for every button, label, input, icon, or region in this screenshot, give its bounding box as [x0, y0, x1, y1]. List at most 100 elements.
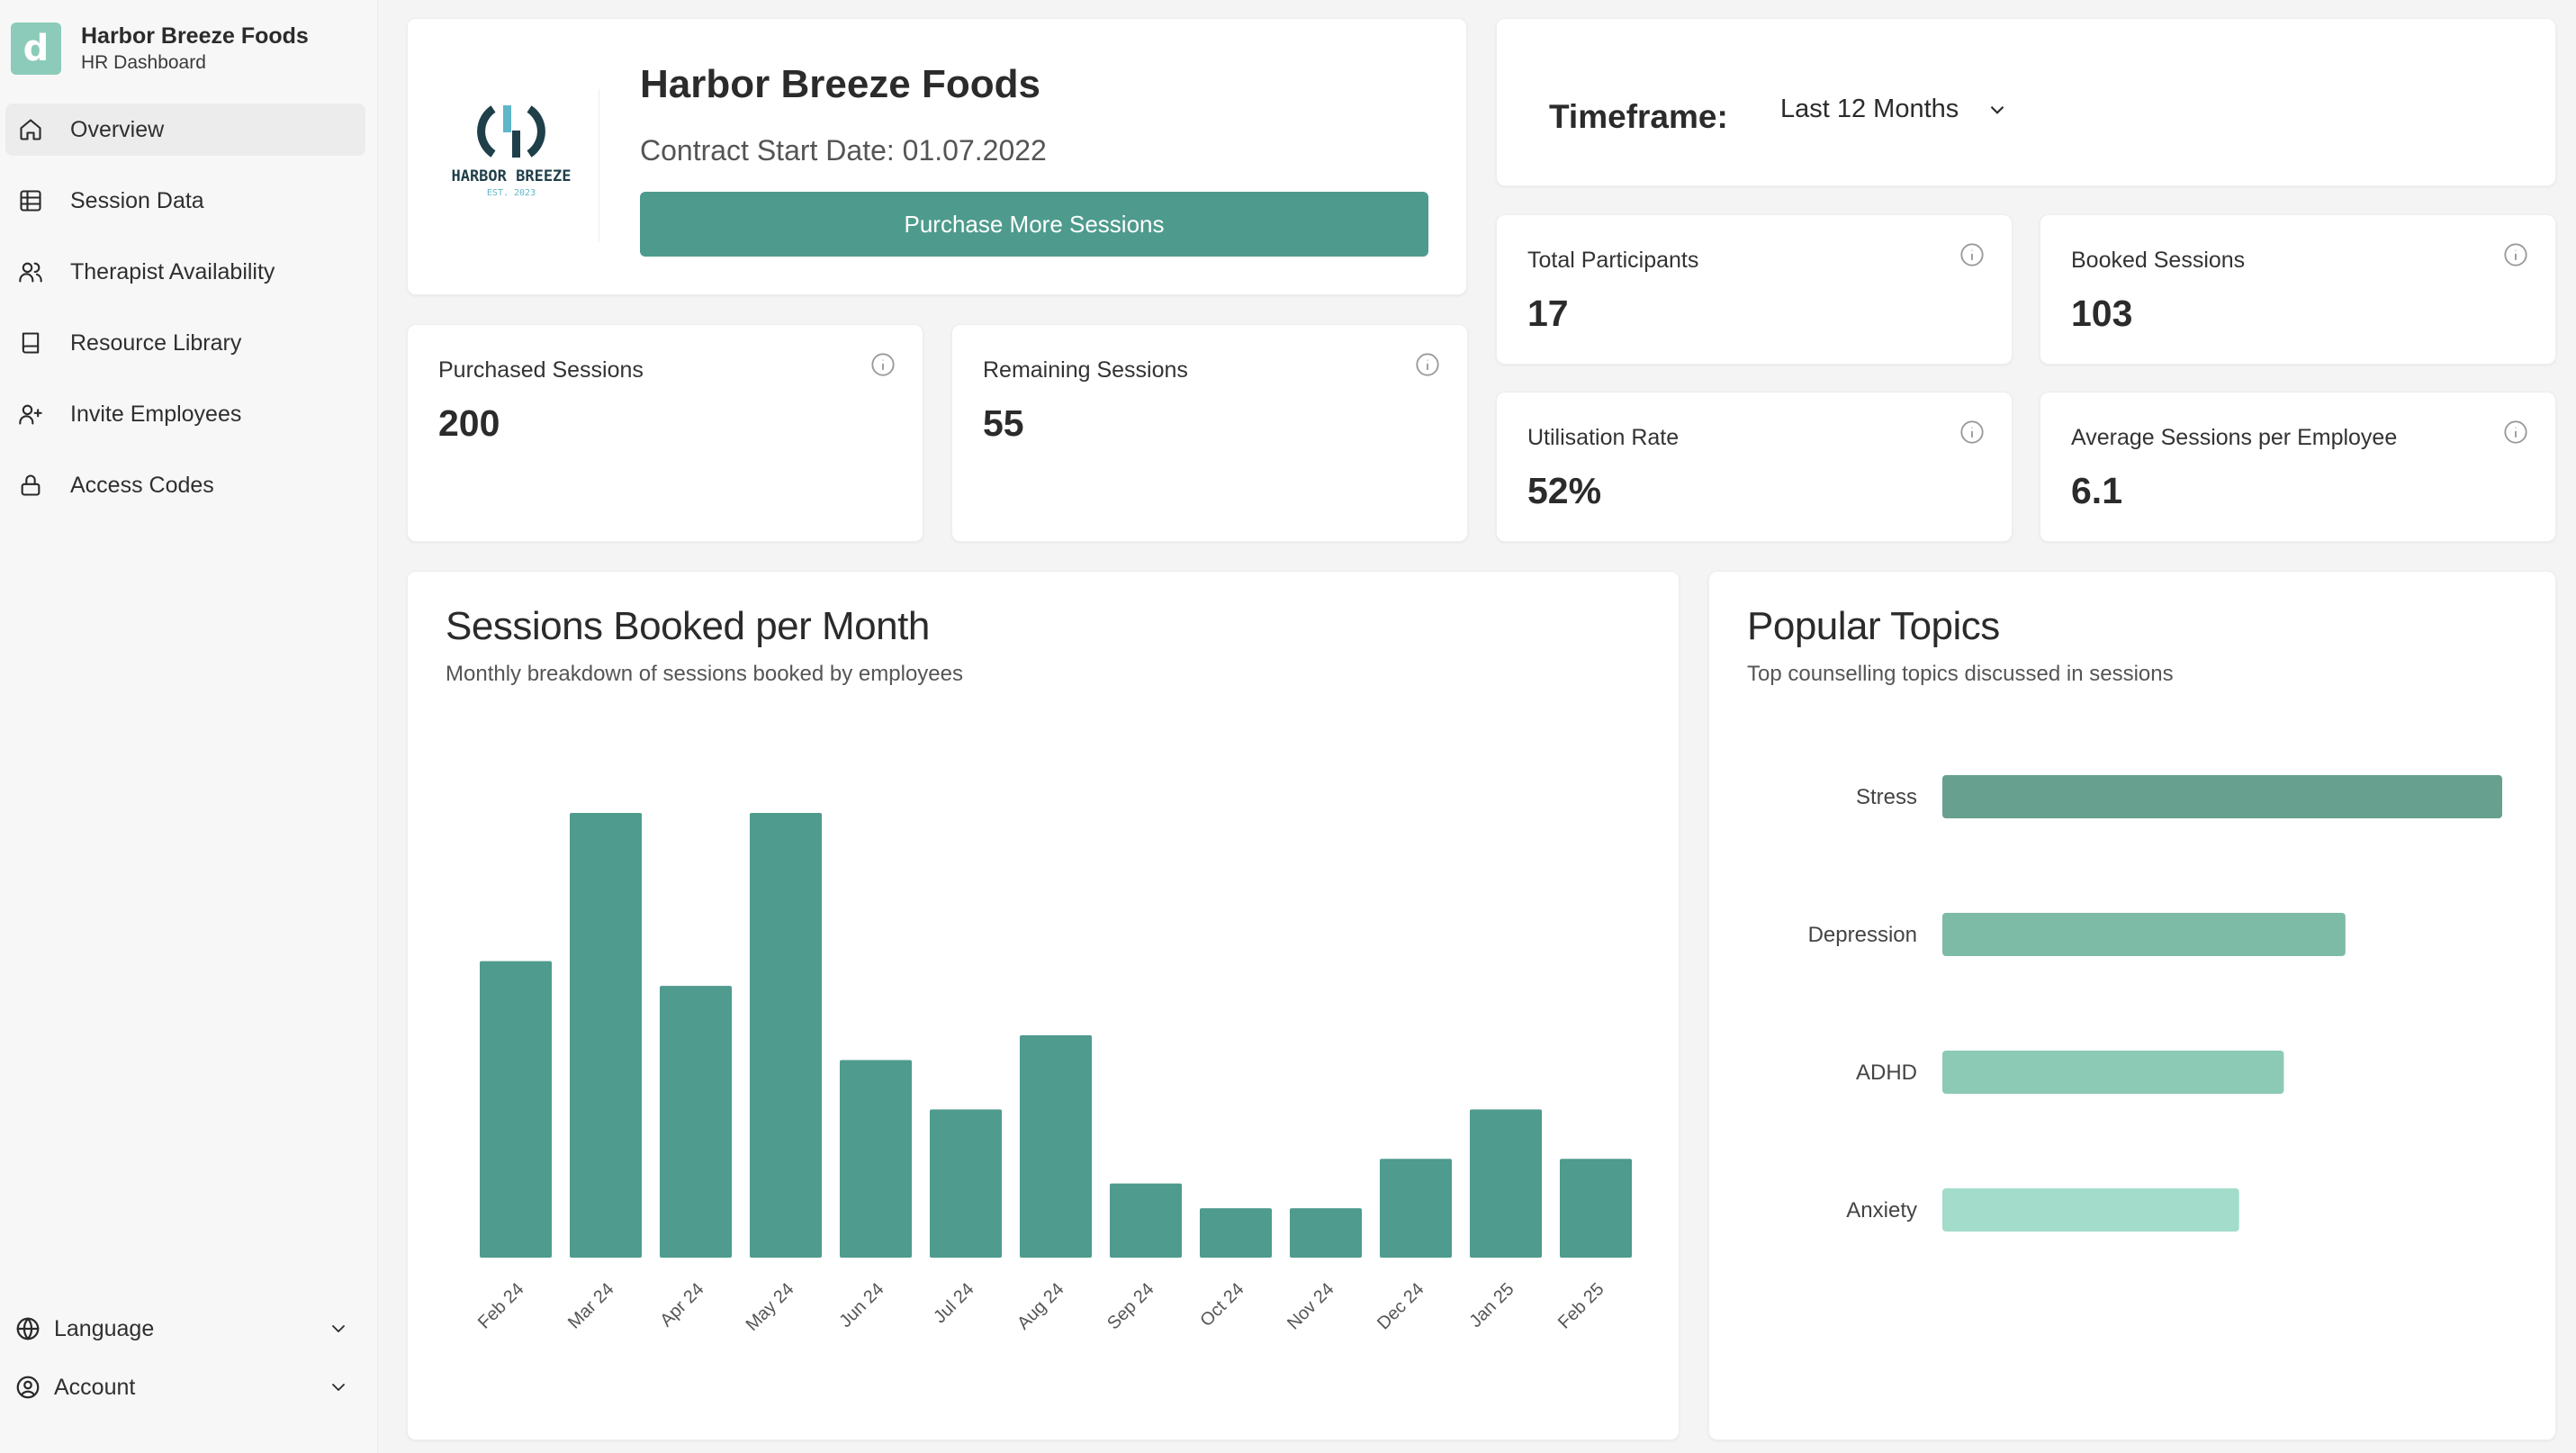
sidebar-item-label: Therapist Availability — [70, 258, 275, 284]
x-tick-label: Nov 24 — [1283, 1279, 1338, 1333]
company-card: HARBOR BREEZE EST. 2023 Harbor Breeze Fo… — [407, 18, 1467, 295]
bar-aug-24[interactable] — [1020, 1035, 1092, 1258]
topic-label: ADHD — [1856, 1060, 1917, 1085]
topic-label: Anxiety — [1846, 1198, 1917, 1223]
sidebar-item-label: Resource Library — [70, 329, 242, 356]
timeframe-select[interactable]: Last 12 Months — [1780, 95, 2009, 124]
sidebar-item-session-data[interactable]: Session Data — [5, 175, 365, 227]
stat-label: Total Participants — [1527, 248, 1699, 273]
info-icon[interactable] — [1959, 420, 1985, 445]
stat-value: 200 — [438, 402, 500, 444]
booked-sessions-card: Booked Sessions 103 — [2040, 214, 2556, 365]
timeframe-card: Timeframe: Last 12 Months — [1496, 18, 2556, 186]
sidebar-item-invite-employees[interactable]: Invite Employees — [5, 388, 365, 440]
topic-bar-stress[interactable] — [1942, 775, 2502, 818]
bar-dec-24[interactable] — [1380, 1159, 1452, 1258]
chevron-down-icon — [332, 1325, 345, 1332]
bar-jul-24[interactable] — [930, 1109, 1002, 1258]
sessions-bar-chart: Feb 24 Mar 24 Apr 24 May 24 Jun 24 Jul 24 Aug … — [474, 813, 1632, 1335]
bar-feb-25[interactable] — [1560, 1159, 1632, 1258]
timeframe-value: Last 12 Months — [1780, 95, 1959, 123]
topics-bar-chart: Stress Depression ADHD Anxiety — [1808, 775, 2502, 1232]
sidebar-item-resource-library[interactable]: Resource Library — [5, 317, 365, 369]
bar-mar-24[interactable] — [570, 813, 642, 1258]
stat-label: Utilisation Rate — [1527, 425, 1680, 450]
remaining-sessions-card: Remaining Sessions 55 — [951, 324, 1468, 542]
stat-label: Remaining Sessions — [983, 357, 1188, 383]
info-icon[interactable] — [1959, 242, 1985, 267]
bar-jun-24[interactable] — [840, 1060, 912, 1258]
stat-value: 55 — [983, 402, 1024, 444]
sessions-chart-card: Sessions Booked per Month Monthly breakd… — [407, 571, 1680, 1440]
topic-bar-depression[interactable] — [1942, 913, 2346, 956]
topic-label: Stress — [1856, 785, 1917, 809]
x-tick-label: Jul 24 — [930, 1279, 977, 1327]
info-icon[interactable] — [2503, 242, 2528, 267]
sidebar-item-overview[interactable]: Overview — [5, 104, 365, 156]
brand-subtitle: HR Dashboard — [81, 52, 206, 73]
brand-name: Harbor Breeze Foods — [81, 23, 309, 49]
sidebar: d Harbor Breeze Foods HR Dashboard Overv… — [0, 0, 378, 1453]
account-label: Account — [54, 1374, 136, 1400]
purchase-more-sessions-button[interactable]: Purchase More Sessions — [640, 192, 1428, 257]
sidebar-item-label: Access Codes — [70, 472, 214, 498]
stat-label: Purchased Sessions — [438, 357, 644, 383]
user-circle-icon — [16, 1376, 40, 1399]
sidebar-item-therapist-availability[interactable]: Therapist Availability — [5, 246, 365, 298]
table-icon — [20, 190, 41, 212]
contract-start-date: Contract Start Date: 01.07.2022 — [640, 134, 1047, 167]
svg-text:HARBOR BREEZE: HARBOR BREEZE — [451, 167, 571, 185]
bar-apr-24[interactable] — [660, 986, 732, 1258]
sidebar-bottom: Language Account — [14, 1305, 362, 1411]
info-icon[interactable] — [1415, 352, 1440, 377]
bar-nov-24[interactable] — [1290, 1208, 1362, 1258]
home-icon — [20, 119, 41, 140]
language-menu[interactable]: Language — [14, 1305, 362, 1352]
bar-feb-24[interactable] — [480, 961, 552, 1258]
x-tick-label: Mar 24 — [564, 1279, 618, 1333]
bar-jan-25[interactable] — [1470, 1109, 1542, 1258]
info-icon[interactable] — [870, 352, 896, 377]
average-sessions-card: Average Sessions per Employee 6.1 — [2040, 392, 2556, 542]
company-logo: HARBOR BREEZE EST. 2023 — [451, 105, 572, 198]
bar-oct-24[interactable] — [1200, 1208, 1272, 1258]
users-icon — [19, 262, 42, 283]
x-tick-label: Jan 25 — [1466, 1279, 1518, 1331]
stat-label: Average Sessions per Employee — [2071, 425, 2398, 450]
user-plus-icon — [19, 404, 42, 425]
company-name: Harbor Breeze Foods — [640, 62, 1040, 106]
language-label: Language — [54, 1315, 155, 1341]
x-tick-label: Jun 24 — [836, 1279, 888, 1331]
x-tick-label: Feb 24 — [474, 1279, 528, 1333]
stat-value: 6.1 — [2071, 470, 2122, 511]
info-icon[interactable] — [2503, 420, 2528, 445]
sidebar-item-access-codes[interactable]: Access Codes — [5, 459, 365, 511]
sidebar-item-label: Invite Employees — [70, 401, 242, 427]
account-menu[interactable]: Account — [14, 1364, 362, 1411]
stat-value: 103 — [2071, 293, 2133, 334]
sidebar-item-label: Session Data — [70, 187, 204, 213]
x-tick-label: May 24 — [743, 1279, 798, 1335]
timeframe-label: Timeframe: — [1549, 98, 1728, 135]
topic-bar-anxiety[interactable] — [1942, 1188, 2239, 1232]
bar-may-24[interactable] — [750, 813, 822, 1258]
globe-icon — [16, 1317, 40, 1340]
topic-bar-adhd[interactable] — [1942, 1051, 2284, 1094]
x-tick-label: Oct 24 — [1196, 1279, 1247, 1331]
x-tick-label: Apr 24 — [656, 1279, 707, 1331]
stat-label: Booked Sessions — [2071, 248, 2246, 273]
stat-value: 52% — [1527, 470, 1602, 511]
stat-value: 17 — [1527, 293, 1569, 334]
chevron-down-icon — [1991, 105, 2004, 114]
x-tick-label: Aug 24 — [1013, 1279, 1067, 1333]
utilisation-rate-card: Utilisation Rate 52% — [1496, 392, 2013, 542]
topics-chart-card: Popular Topics Top counselling topics di… — [1708, 571, 2556, 1440]
brand-logo: d — [11, 23, 61, 75]
svg-text:EST. 2023: EST. 2023 — [487, 188, 536, 198]
bar-sep-24[interactable] — [1110, 1183, 1182, 1258]
topic-label: Depression — [1808, 923, 1917, 947]
chevron-down-icon — [332, 1384, 345, 1391]
sidebar-nav: Overview Session Data Therapist Availabi… — [5, 104, 365, 530]
brand[interactable]: d Harbor Breeze Foods HR Dashboard — [11, 22, 309, 76]
total-participants-card: Total Participants 17 — [1496, 214, 2013, 365]
